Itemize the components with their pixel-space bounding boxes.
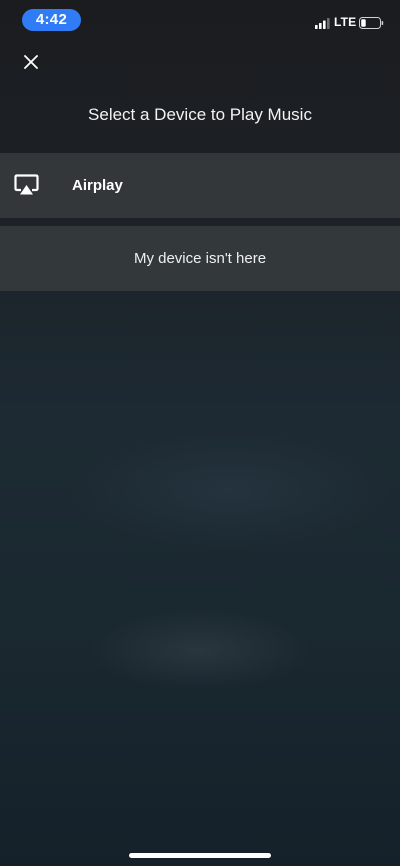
close-icon xyxy=(24,54,38,74)
airplay-icon xyxy=(14,174,39,201)
device-label: Airplay xyxy=(72,177,123,194)
home-indicator[interactable] xyxy=(129,853,271,858)
cellular-signal-icon xyxy=(315,16,330,34)
close-button[interactable] xyxy=(17,50,45,78)
device-item-airplay[interactable]: Airplay xyxy=(0,153,400,218)
network-type: LTE xyxy=(334,15,357,29)
page-title: Select a Device to Play Music xyxy=(88,105,312,124)
battery-low-icon xyxy=(359,16,384,34)
my-device-missing-button[interactable]: My device isn't here xyxy=(0,226,400,291)
status-bar: 4:42 LTE xyxy=(0,0,400,44)
device-picker-screen: 4:42 LTE Select a Device to Play Music A… xyxy=(0,0,400,866)
status-time[interactable]: 4:42 xyxy=(22,9,81,31)
